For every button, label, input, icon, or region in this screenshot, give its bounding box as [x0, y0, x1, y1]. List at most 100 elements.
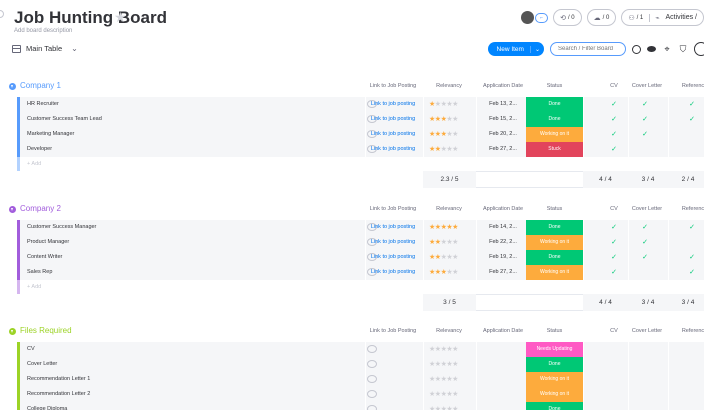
- conversation-icon[interactable]: [367, 360, 377, 368]
- table-row[interactable]: College Diploma ★★★★★ Done: [17, 402, 704, 410]
- item-name[interactable]: Customer Success Team Lead: [27, 116, 102, 122]
- star-empty-icon[interactable]: ★: [452, 361, 458, 368]
- conversation-icon[interactable]: [367, 405, 377, 410]
- cv-check-icon[interactable]: ✓: [604, 238, 624, 246]
- column-header-status[interactable]: Status: [526, 206, 583, 212]
- column-header-cover-letter[interactable]: Cover Letter: [629, 83, 665, 89]
- item-name[interactable]: College Diploma: [27, 406, 67, 410]
- column-header-link[interactable]: Link to Job Posting: [366, 206, 420, 212]
- table-row[interactable]: Customer Success Manager Link to job post…: [17, 220, 704, 235]
- job-posting-link[interactable]: Link to job posting: [368, 269, 418, 275]
- status-badge[interactable]: Working on it: [526, 372, 583, 387]
- application-date[interactable]: Feb 20, 2...: [480, 131, 526, 137]
- column-header-reference[interactable]: Referenc: [678, 328, 704, 334]
- group-title[interactable]: Company 1: [20, 81, 61, 90]
- job-posting-link[interactable]: Link to job posting: [368, 131, 418, 137]
- cover-letter-check-icon[interactable]: ✓: [635, 130, 655, 138]
- table-row[interactable]: HR Recruiter Link to job posting ★★★★★ Feb …: [17, 97, 704, 112]
- star-filled-icon[interactable]: ★: [452, 224, 458, 231]
- column-header-relevancy[interactable]: Relevancy: [425, 83, 473, 89]
- rating-stars[interactable]: ★★★★★: [429, 375, 469, 383]
- column-header-link[interactable]: Link to Job Posting: [366, 83, 420, 89]
- item-name[interactable]: Recommendation Letter 2: [27, 391, 90, 397]
- reference-check-icon[interactable]: ✓: [682, 115, 702, 123]
- cover-letter-check-icon[interactable]: ✓: [635, 115, 655, 123]
- search-filter-input[interactable]: [550, 42, 626, 56]
- cv-check-icon[interactable]: ✓: [604, 115, 624, 123]
- eye-icon[interactable]: [647, 46, 656, 52]
- rating-stars[interactable]: ★★★★★: [429, 390, 469, 398]
- star-empty-icon[interactable]: ★: [452, 406, 458, 410]
- star-empty-icon[interactable]: ★: [452, 346, 458, 353]
- share-icon[interactable]: [694, 42, 704, 56]
- item-name[interactable]: Product Manager: [27, 239, 69, 245]
- pin-icon[interactable]: ⌖: [662, 44, 672, 55]
- rating-stars[interactable]: ★★★★★: [429, 100, 469, 108]
- status-badge[interactable]: Stuck: [526, 142, 583, 157]
- add-item-label[interactable]: + Add: [27, 161, 41, 167]
- application-date[interactable]: Feb 27, 2...: [480, 146, 526, 152]
- group-title[interactable]: Company 2: [20, 204, 61, 213]
- add-item-row[interactable]: + Add: [17, 157, 704, 171]
- chevron-down-icon[interactable]: ⌄: [529, 45, 540, 53]
- column-header-cover-letter[interactable]: Cover Letter: [629, 328, 665, 334]
- sidebar-toggle[interactable]: [0, 10, 4, 18]
- rating-stars[interactable]: ★★★★★: [429, 253, 469, 261]
- members-button[interactable]: ⚇ / 1 ⌁ Activities /: [621, 9, 704, 26]
- column-header-relevancy[interactable]: Relevancy: [425, 328, 473, 334]
- cv-check-icon[interactable]: ✓: [604, 100, 624, 108]
- table-row[interactable]: Sales Rep Link to job posting ★★★★★ Feb 27,…: [17, 265, 704, 280]
- board-description[interactable]: Add board description: [14, 28, 72, 34]
- group-title[interactable]: Files Required: [20, 326, 72, 335]
- application-date[interactable]: Feb 22, 2...: [480, 239, 526, 245]
- job-posting-link[interactable]: Link to job posting: [368, 146, 418, 152]
- job-posting-link[interactable]: Link to job posting: [368, 239, 418, 245]
- column-header-reference[interactable]: Referenc: [678, 83, 704, 89]
- job-posting-link[interactable]: Link to job posting: [368, 254, 418, 260]
- rating-stars[interactable]: ★★★★★: [429, 360, 469, 368]
- star-empty-icon[interactable]: ★: [452, 254, 458, 261]
- favorite-star-icon[interactable]: ★: [114, 9, 127, 26]
- status-badge[interactable]: Working on it: [526, 235, 583, 250]
- star-empty-icon[interactable]: ★: [452, 269, 458, 276]
- rating-stars[interactable]: ★★★★★: [429, 268, 469, 276]
- table-row[interactable]: Cover Letter ★★★★★ Done: [17, 357, 704, 372]
- new-item-button[interactable]: New Item ⌄: [487, 42, 544, 56]
- rating-stars[interactable]: ★★★★★: [429, 130, 469, 138]
- reference-check-icon[interactable]: ✓: [682, 268, 702, 276]
- status-badge[interactable]: Done: [526, 97, 583, 112]
- table-row[interactable]: Recommendation Letter 1 ★★★★★ Working on i…: [17, 372, 704, 387]
- cover-letter-check-icon[interactable]: ✓: [635, 100, 655, 108]
- star-empty-icon[interactable]: ★: [452, 391, 458, 398]
- table-row[interactable]: Developer Link to job posting ★★★★★ Feb 27,…: [17, 142, 704, 157]
- activities-button[interactable]: Activities /: [665, 14, 697, 21]
- item-name[interactable]: Marketing Manager: [27, 131, 74, 137]
- table-row[interactable]: Product Manager Link to job posting ★★★★★ F…: [17, 235, 704, 250]
- status-badge[interactable]: Working on it: [526, 387, 583, 402]
- rating-stars[interactable]: ★★★★★: [429, 115, 469, 123]
- status-badge[interactable]: Done: [526, 250, 583, 265]
- collapse-toggle-icon[interactable]: [9, 83, 16, 90]
- job-posting-link[interactable]: Link to job posting: [368, 224, 418, 230]
- star-empty-icon[interactable]: ★: [452, 376, 458, 383]
- application-date[interactable]: Feb 13, 2...: [480, 101, 526, 107]
- application-date[interactable]: Feb 14, 2...: [480, 224, 526, 230]
- invite-button[interactable]: ⟲ / 0: [553, 9, 582, 26]
- avatar[interactable]: [521, 11, 535, 24]
- item-name[interactable]: Cover Letter: [27, 361, 57, 367]
- column-header-status[interactable]: Status: [526, 328, 583, 334]
- table-row[interactable]: Marketing Manager Link to job posting ★★★★…: [17, 127, 704, 142]
- column-header-application-date[interactable]: Application Date: [476, 328, 530, 334]
- reference-check-icon[interactable]: ✓: [682, 253, 702, 261]
- column-header-relevancy[interactable]: Relevancy: [425, 206, 473, 212]
- star-empty-icon[interactable]: ★: [452, 101, 458, 108]
- column-header-cover-letter[interactable]: Cover Letter: [629, 206, 665, 212]
- status-badge[interactable]: Done: [526, 402, 583, 410]
- item-name[interactable]: Sales Rep: [27, 269, 52, 275]
- column-header-status[interactable]: Status: [526, 83, 583, 89]
- column-header-link[interactable]: Link to Job Posting: [366, 328, 420, 334]
- collapse-toggle-icon[interactable]: [9, 206, 16, 213]
- column-header-application-date[interactable]: Application Date: [476, 83, 530, 89]
- table-row[interactable]: Content Writer Link to job posting ★★★★★ Fe…: [17, 250, 704, 265]
- application-date[interactable]: Feb 19, 2...: [480, 254, 526, 260]
